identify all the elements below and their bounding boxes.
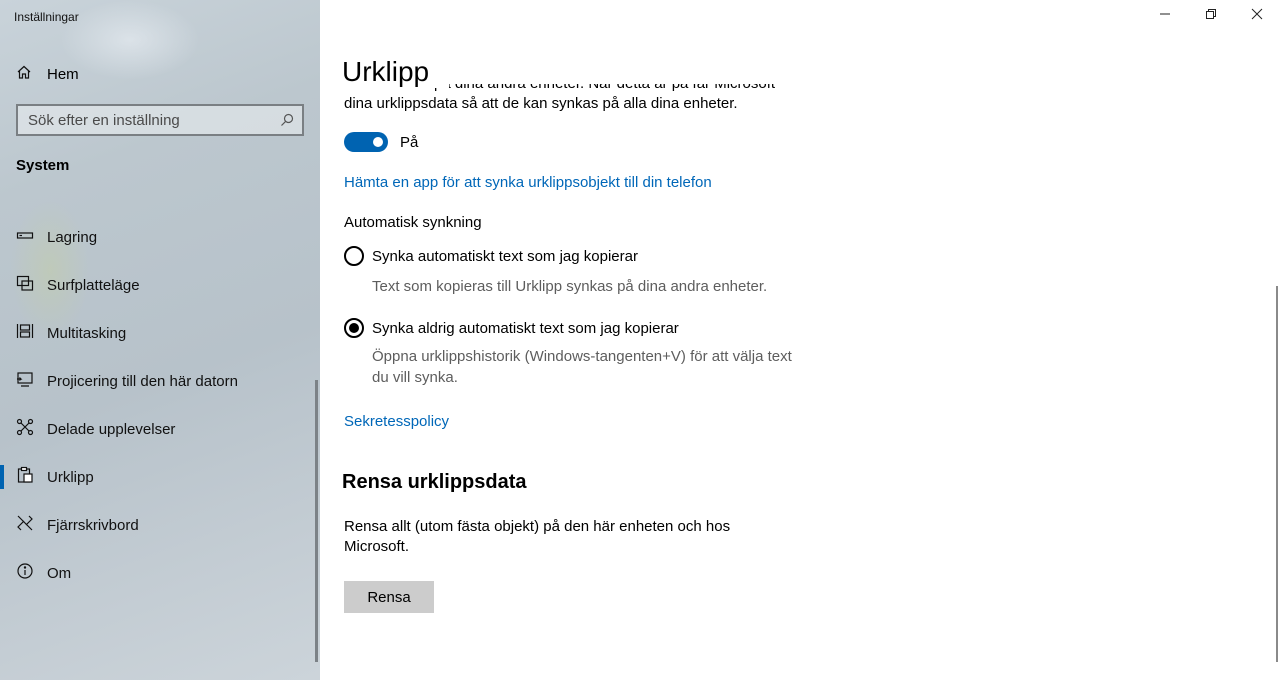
radio-description: Öppna urklippshistorik (Windows-tangente… xyxy=(372,348,792,386)
minimize-button[interactable] xyxy=(1142,0,1188,32)
search-input[interactable] xyxy=(28,111,268,129)
sidebar-item-label: Urklipp xyxy=(47,468,94,486)
clear-button[interactable]: Rensa xyxy=(344,581,434,613)
sidebar-scrollbar[interactable] xyxy=(315,380,318,662)
sidebar-item-fjarrskrivbord[interactable]: Fjärrskrivbord xyxy=(0,501,316,549)
close-button[interactable] xyxy=(1234,0,1280,32)
sidebar-item-label: Multitasking xyxy=(47,324,127,342)
get-app-link[interactable]: Hämta en app för att synka urklippsobjek… xyxy=(344,174,712,191)
sidebar-item-home[interactable]: Hem xyxy=(16,62,79,86)
sidebar-item-label: Surfplatteläge xyxy=(47,276,140,294)
sidebar-item-label: Delade upplevelser xyxy=(47,420,176,438)
privacy-policy-link[interactable]: Sekretesspolicy xyxy=(344,413,449,430)
search-box[interactable] xyxy=(16,104,304,136)
app-title: Inställningar xyxy=(14,10,79,24)
sync-toggle[interactable] xyxy=(344,132,388,152)
search-icon[interactable] xyxy=(280,113,294,127)
info-icon xyxy=(16,562,34,585)
remote-desktop-icon xyxy=(16,514,34,537)
sidebar-item-delade-upplevelser[interactable]: Delade upplevelser xyxy=(0,405,316,453)
sidebar-item-surfplattelage[interactable]: Surfplatteläge xyxy=(0,261,316,309)
sidebar-item-label: Lagring xyxy=(47,228,98,246)
sidebar-item-label: Om xyxy=(47,564,72,582)
radio-sync-automatically[interactable]: Synka automatiskt text som jag kopierar xyxy=(344,246,638,266)
radio-label: Synka aldrig automatiskt text som jag ko… xyxy=(372,319,679,337)
clear-clipboard-description: Rensa allt (utom fästa objekt) på den hä… xyxy=(344,518,731,555)
description-line: dina urklippsdata så att de kan synkas p… xyxy=(344,95,738,112)
sidebar-item-label: Projicering till den här datorn xyxy=(47,372,238,390)
auto-sync-heading: Automatisk synkning xyxy=(344,214,482,231)
sidebar-item-lagring[interactable]: Lagring xyxy=(0,213,316,261)
multitasking-icon xyxy=(16,322,34,345)
clipboard-icon xyxy=(16,466,34,489)
radio-button[interactable] xyxy=(344,246,364,266)
window-controls xyxy=(1142,0,1280,32)
radio-button[interactable] xyxy=(344,318,364,338)
minimize-icon xyxy=(1159,7,1171,25)
sidebar-item-label: Fjärrskrivbord xyxy=(47,516,139,534)
sidebar-item-projicering[interactable]: Projicering till den här datorn xyxy=(0,357,316,405)
sync-toggle-row: På xyxy=(344,132,418,152)
radio-label: Synka automatiskt text som jag kopierar xyxy=(372,247,638,265)
sidebar-item-urklipp[interactable]: Urklipp xyxy=(0,453,316,501)
radio-description: Text som kopieras till Urklipp synkas på… xyxy=(372,278,768,295)
clipboard-sync-description: Klistra in text på dina andra enheter. N… xyxy=(344,84,784,114)
sidebar-item-multitasking[interactable]: Multitasking xyxy=(0,309,316,357)
main-scrollbar[interactable] xyxy=(1276,286,1278,662)
sidebar-item-om[interactable]: Om xyxy=(0,549,316,597)
tablet-mode-icon xyxy=(16,274,34,297)
main-content: Klistra in text på dina andra enheter. N… xyxy=(320,0,1280,680)
shared-experiences-icon xyxy=(16,418,34,441)
close-icon xyxy=(1251,7,1263,25)
sidebar-item-label: Hem xyxy=(47,65,79,83)
storage-icon xyxy=(16,226,34,249)
section-title: System xyxy=(16,157,70,174)
projecting-icon xyxy=(16,370,34,393)
sidebar-nav: Lagring Surfplatteläge Multitasking Proj… xyxy=(0,213,316,597)
clear-clipboard-heading: Rensa urklippsdata xyxy=(342,471,527,493)
sidebar: Inställningar Hem System Lagring Surfpla… xyxy=(0,0,320,680)
radio-never-sync[interactable]: Synka aldrig automatiskt text som jag ko… xyxy=(344,318,679,338)
toggle-state-label: På xyxy=(400,133,419,151)
restore-icon xyxy=(1205,7,1217,25)
restore-button[interactable] xyxy=(1188,0,1234,32)
page-title: Urklipp xyxy=(342,56,450,88)
home-icon xyxy=(16,64,32,85)
